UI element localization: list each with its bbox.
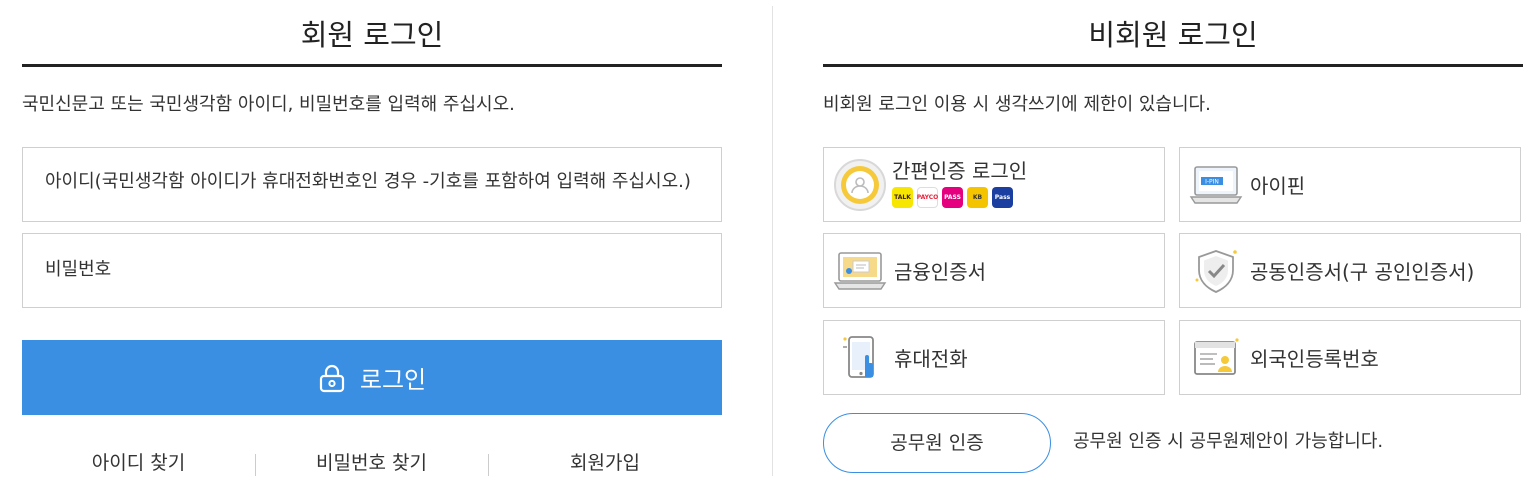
member-login-title: 회원 로그인 xyxy=(22,0,722,67)
ipin-button[interactable]: I-PIN 아이핀 xyxy=(1179,147,1521,222)
link-separator xyxy=(488,454,489,476)
guest-login-description: 비회원 로그인 이용 시 생각쓰기에 제한이 있습니다. xyxy=(823,94,1211,115)
foreigner-registration-label: 외국인등록번호 xyxy=(1250,347,1379,371)
mobile-phone-label: 휴대전화 xyxy=(894,347,968,371)
member-login-panel: 회원 로그인 국민신문고 또는 국민생각함 아이디, 비밀번호를 입력해 주십시… xyxy=(22,0,722,476)
joint-cert-label: 공동인증서(구 공인인증서) xyxy=(1250,260,1475,284)
foreigner-registration-button[interactable]: 외국인등록번호 xyxy=(1179,320,1521,395)
member-login-description: 국민신문고 또는 국민생각함 아이디, 비밀번호를 입력해 주십시오. xyxy=(22,94,515,115)
kb-icon: KB xyxy=(967,187,988,208)
login-button-label: 로그인 xyxy=(359,366,427,394)
mobile-phone-button[interactable]: 휴대전화 xyxy=(823,320,1165,395)
password-input[interactable]: 비밀번호 xyxy=(22,233,722,308)
password-input-placeholder: 비밀번호 xyxy=(45,259,112,280)
kakao-icon: TALK xyxy=(892,187,913,208)
payco-icon: PAYCO xyxy=(917,187,938,208)
financial-cert-button[interactable]: 금융인증서 xyxy=(823,233,1165,308)
link-separator xyxy=(255,454,256,476)
id-input[interactable]: 아이디(국민생각함 아이디가 휴대전화번호인 경우 -기호를 포함하여 입력해 … xyxy=(22,147,722,222)
find-password-link[interactable]: 비밀번호 찾기 xyxy=(255,448,488,478)
guest-login-title: 비회원 로그인 xyxy=(823,0,1523,67)
ipin-icon: I-PIN xyxy=(1188,157,1244,213)
financial-cert-icon xyxy=(832,243,888,299)
guest-login-panel: 비회원 로그인 비회원 로그인 이용 시 생각쓰기에 제한이 있습니다. 간편인… xyxy=(823,0,1523,473)
svg-text:I-PIN: I-PIN xyxy=(1205,178,1219,185)
id-input-placeholder: 아이디(국민생각함 아이디가 휴대전화번호인 경우 -기호를 포함하여 입력해 … xyxy=(45,171,691,192)
find-id-link[interactable]: 아이디 찾기 xyxy=(22,448,255,478)
pass-icon: PASS xyxy=(942,187,963,208)
financial-cert-label: 금융인증서 xyxy=(894,260,986,284)
government-official-auth-button[interactable]: 공무원 인증 xyxy=(823,413,1051,473)
ipin-label: 아이핀 xyxy=(1250,174,1306,198)
government-official-note: 공무원 인증 시 공무원제안이 가능합니다. xyxy=(1073,431,1384,452)
simple-auth-label: 간편인증 로그인 xyxy=(892,159,1028,183)
signup-link[interactable]: 회원가입 xyxy=(488,448,722,478)
member-links: 아이디 찾기 비밀번호 찾기 회원가입 xyxy=(22,448,722,478)
shield-check-icon xyxy=(1188,243,1244,299)
simple-auth-login-button[interactable]: 간편인증 로그인 TALK PAYCO PASS KB Pass xyxy=(823,147,1165,222)
joint-cert-button[interactable]: 공동인증서(구 공인인증서) xyxy=(1179,233,1521,308)
simple-auth-icon xyxy=(832,157,888,213)
mobile-phone-icon xyxy=(832,330,888,386)
samsung-pass-icon: Pass xyxy=(992,187,1013,208)
simple-auth-badges: TALK PAYCO PASS KB Pass xyxy=(892,187,1027,208)
panel-divider xyxy=(772,6,773,476)
login-button[interactable]: 로그인 xyxy=(22,340,722,415)
id-card-icon xyxy=(1188,330,1244,386)
lock-icon xyxy=(319,364,344,392)
